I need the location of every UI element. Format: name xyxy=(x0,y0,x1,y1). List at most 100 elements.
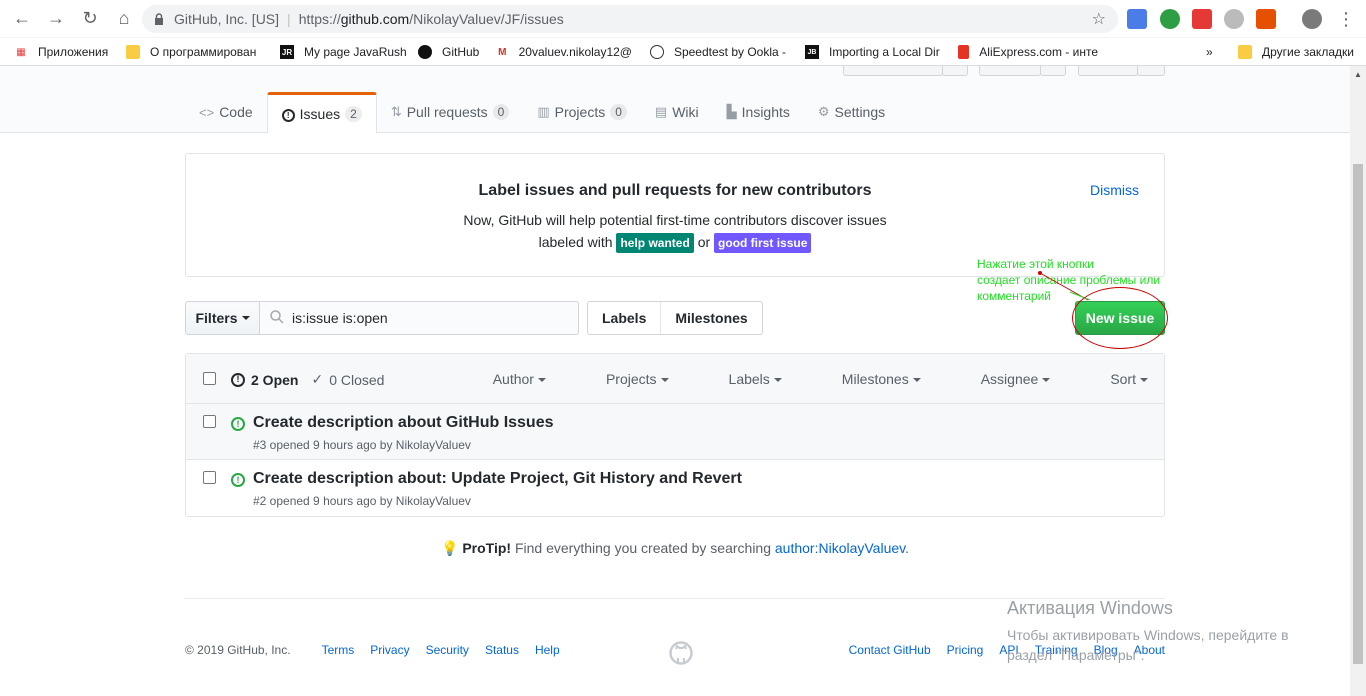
office-extension-icon[interactable] xyxy=(1256,9,1276,29)
aliexpress-icon xyxy=(958,45,970,59)
address-bar[interactable]: GitHub, Inc. [US] | https://github.com/N… xyxy=(142,5,1118,33)
label-help-wanted[interactable]: help wanted xyxy=(616,233,694,253)
profile-avatar[interactable] xyxy=(1302,9,1322,29)
issue-title-link[interactable]: Create description about GitHub Issues xyxy=(253,414,554,432)
extension-red-icon[interactable] xyxy=(1192,9,1212,29)
milestones-filter[interactable]: Milestones xyxy=(812,371,921,387)
book-icon: ▤ xyxy=(654,104,668,119)
bookmark-apps[interactable]: ▦ Приложения xyxy=(14,43,108,61)
assignee-filter[interactable]: Assignee xyxy=(951,371,1051,387)
star-button[interactable] xyxy=(979,66,1041,76)
gear-icon: ⚙ xyxy=(817,104,830,119)
tab-issues[interactable]: ! Issues 2 xyxy=(266,92,377,133)
caret-down-icon xyxy=(1042,378,1051,383)
footer-security-link[interactable]: Security xyxy=(426,643,469,657)
select-all-checkbox[interactable] xyxy=(203,372,216,385)
bookmark-star-icon[interactable]: ☆ xyxy=(1092,9,1106,29)
issue-checkbox[interactable] xyxy=(203,471,216,484)
protip-search-link[interactable]: author:NikolayValuev xyxy=(775,540,905,556)
menu-icon[interactable]: ⋮ xyxy=(1330,3,1362,35)
closed-issues-link[interactable]: ✓ 0 Closed xyxy=(311,371,384,388)
issues-search-input[interactable]: is:issue is:open xyxy=(259,301,579,335)
issue-checkbox[interactable] xyxy=(203,415,216,428)
bookmark-importing[interactable]: JB Importing a Local Dir xyxy=(805,43,941,61)
footer-contact-link[interactable]: Contact GitHub xyxy=(849,643,931,657)
caret-down-icon xyxy=(660,378,669,383)
tab-settings[interactable]: ⚙ Settings xyxy=(804,92,899,132)
star-count[interactable] xyxy=(1040,66,1066,76)
bookmark-gmail[interactable]: M 20valuev.nikolay12@ xyxy=(496,43,632,61)
issue-row: ! Create description about: Update Proje… xyxy=(186,460,1164,516)
footer-privacy-link[interactable]: Privacy xyxy=(370,643,409,657)
footer-status-link[interactable]: Status xyxy=(485,643,519,657)
tab-pull-requests[interactable]: ⇅ Pull requests 0 xyxy=(377,92,524,132)
bookmarks-overflow[interactable]: » xyxy=(1206,43,1213,61)
sort-filter[interactable]: Sort xyxy=(1080,371,1148,387)
url-text[interactable]: https://github.com/NikolayValuev/JF/issu… xyxy=(299,11,564,27)
tab-wiki[interactable]: ▤ Wiki xyxy=(641,92,713,132)
caret-down-icon xyxy=(1140,378,1148,383)
light-bulb-icon: 💡 xyxy=(441,540,459,556)
scrollbar-thumb[interactable] xyxy=(1353,164,1363,664)
milestones-button[interactable]: Milestones xyxy=(660,302,761,334)
projects-filter[interactable]: Projects xyxy=(576,371,669,387)
translate-extension-icon[interactable] xyxy=(1127,9,1147,29)
github-icon xyxy=(418,45,432,59)
footer-left: © 2019 GitHub, Inc. Terms Privacy Securi… xyxy=(185,643,560,657)
issues-list: ! 2 Open ✓ 0 Closed Author Projects Labels… xyxy=(185,353,1165,517)
label-good-first-issue[interactable]: good first issue xyxy=(714,233,812,253)
caret-down-icon xyxy=(912,378,921,383)
issue-title-link[interactable]: Create description about: Update Project… xyxy=(253,470,742,488)
bookmark-folder-programming[interactable]: О программирован xyxy=(126,43,262,61)
page-scrollbar[interactable]: ▲ xyxy=(1350,66,1366,696)
github-mark-icon[interactable] xyxy=(669,641,693,665)
tab-insights[interactable]: ▙ Insights xyxy=(713,92,804,132)
watch-count[interactable] xyxy=(942,66,968,76)
back-icon[interactable]: ← xyxy=(6,3,38,35)
lock-icon xyxy=(152,13,166,25)
repo-header: <> Code ! Issues 2 ⇅ Pull requests 0 ▥ P… xyxy=(0,66,1350,133)
extension-grey-icon[interactable] xyxy=(1224,9,1244,29)
caret-down-icon xyxy=(773,378,782,383)
browser-toolbar: ← → ↻ ⌂ GitHub, Inc. [US] | https://gith… xyxy=(0,0,1366,38)
home-icon[interactable]: ⌂ xyxy=(108,3,140,35)
filters-dropdown[interactable]: Filters xyxy=(185,301,260,335)
fork-count[interactable] xyxy=(1137,66,1165,76)
bookmark-other[interactable]: Другие закладки xyxy=(1238,43,1354,61)
gmail-icon: M xyxy=(498,46,507,58)
search-icon xyxy=(270,309,284,327)
tab-code[interactable]: <> Code xyxy=(185,92,267,132)
speedtest-icon xyxy=(650,45,664,59)
labels-filter[interactable]: Labels xyxy=(699,371,782,387)
reload-icon[interactable]: ↻ xyxy=(74,3,106,35)
annotation-ellipse xyxy=(1072,287,1168,349)
code-icon: <> xyxy=(199,104,215,120)
bookmark-javarush[interactable]: JR My page JavaRush xyxy=(280,43,407,61)
issue-meta: #2 opened 9 hours ago by NikolayValuev xyxy=(253,494,471,508)
git-pull-request-icon: ⇅ xyxy=(390,104,402,119)
banner-text: Now, GitHub will help potential first-ti… xyxy=(186,209,1164,253)
dismiss-link[interactable]: Dismiss xyxy=(1090,182,1139,198)
forward-icon[interactable]: → xyxy=(40,3,72,35)
pull-requests-counter: 0 xyxy=(492,104,510,120)
projects-counter: 0 xyxy=(610,104,627,120)
footer-pricing-link[interactable]: Pricing xyxy=(947,643,984,657)
footer-copyright: © 2019 GitHub, Inc. xyxy=(185,643,291,657)
scroll-up-icon[interactable]: ▲ xyxy=(1354,70,1362,79)
extension-badge-icon[interactable] xyxy=(1160,9,1180,29)
bookmark-github[interactable]: GitHub xyxy=(418,43,479,61)
author-filter[interactable]: Author xyxy=(463,371,546,387)
labels-button[interactable]: Labels xyxy=(588,302,660,334)
bookmark-aliexpress[interactable]: AliExpress.com - инте xyxy=(958,43,1098,61)
issue-meta: #3 opened 9 hours ago by NikolayValuev xyxy=(253,438,471,452)
footer-help-link[interactable]: Help xyxy=(535,643,560,657)
windows-activation-watermark: Активация Windows Чтобы активировать Win… xyxy=(1007,598,1289,663)
watch-button[interactable] xyxy=(843,66,943,76)
open-issues-link[interactable]: ! 2 Open xyxy=(231,372,298,388)
graph-icon: ▙ xyxy=(726,104,737,119)
fork-button[interactable] xyxy=(1078,66,1138,76)
bookmark-speedtest[interactable]: Speedtest by Ookla - xyxy=(650,43,786,61)
issue-opened-icon: ! xyxy=(231,473,245,487)
tab-projects[interactable]: ▥ Projects 0 xyxy=(523,92,641,132)
footer-terms-link[interactable]: Terms xyxy=(322,643,355,657)
